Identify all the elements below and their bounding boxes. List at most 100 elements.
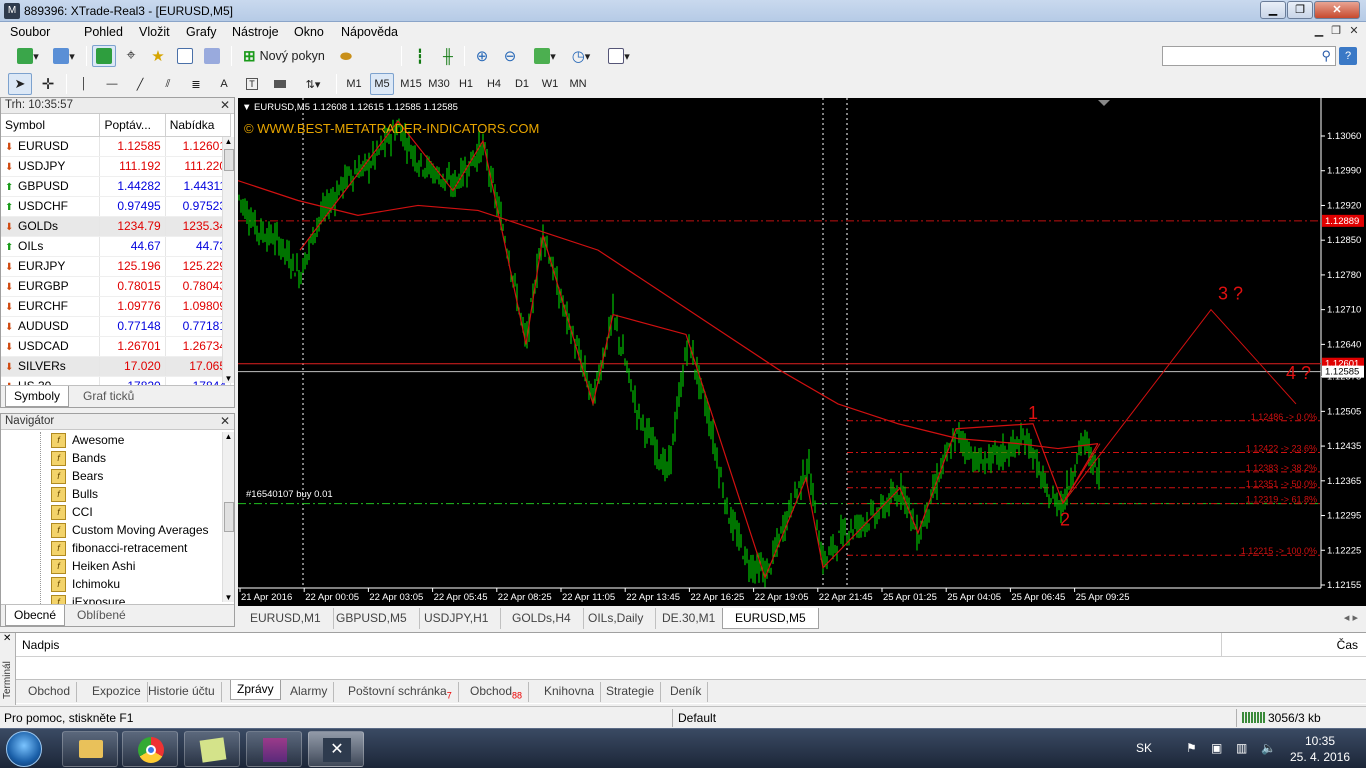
close-icon[interactable]: ✕ (220, 414, 230, 428)
timeframe-m15-button[interactable]: M15 (398, 73, 424, 95)
navigator-item[interactable]: f CCI (51, 503, 93, 521)
navigator-item[interactable]: f Bulls (51, 485, 98, 503)
chart-tab[interactable]: EURUSD,M1 (238, 608, 334, 629)
new-order-button[interactable]: ⊞ Nový pokyn (238, 45, 332, 67)
terminal-tab[interactable]: Alarmy (284, 682, 335, 702)
tab-tick-chart[interactable]: Graf ticků (75, 386, 142, 407)
navigator-item[interactable]: f Bands (51, 449, 106, 467)
data-window-button[interactable]: ⌖ (119, 45, 143, 67)
market-row[interactable]: ⬇ EURCHF 1.09776 1.09809 (1, 296, 232, 317)
tester-button[interactable] (200, 45, 224, 67)
terminal-tab[interactable]: Expozice (86, 682, 148, 702)
tab-favorites[interactable]: Oblíbené (69, 605, 134, 626)
timeframe-h1-button[interactable]: H1 (454, 73, 478, 95)
monitor-icon[interactable]: ▣ (1211, 741, 1222, 755)
navigator-item[interactable]: f Ichimoku (51, 575, 120, 593)
explorer-taskbar-icon[interactable] (62, 731, 118, 767)
new-chart-button[interactable]: ▾ (8, 45, 48, 67)
mdi-close-button[interactable]: ✕ (1346, 24, 1362, 39)
zoom-out-button[interactable]: ⊖ (498, 45, 522, 67)
column-header-ask[interactable]: Nabídka (165, 114, 232, 137)
market-watch-button[interactable] (92, 45, 116, 67)
terminal-tab[interactable]: Knihovna (538, 682, 602, 702)
market-row[interactable]: ⬇ AUDUSD 0.77148 0.77181 (1, 316, 232, 337)
navigator-item[interactable]: f Awesome (51, 431, 124, 449)
menu-soubor[interactable]: Soubor (10, 25, 50, 39)
chart-tab[interactable]: EURUSD,M5 (722, 608, 819, 629)
chart-collapse-icon[interactable]: ▼ (242, 102, 251, 113)
timeframe-m30-button[interactable]: M30 (426, 73, 452, 95)
minimize-button[interactable]: ▁ (1260, 1, 1286, 19)
horizontal-line-button[interactable]: — (100, 73, 124, 95)
chrome-taskbar-icon[interactable] (122, 731, 178, 767)
menu-pohled[interactable]: Pohled (84, 25, 123, 39)
tab-scroll-arrows-icon[interactable]: ◂ ▸ (1344, 611, 1358, 624)
timeframe-d1-button[interactable]: D1 (510, 73, 534, 95)
column-header-subject[interactable]: Nadpis (22, 638, 59, 652)
market-row[interactable]: ⬇ SILVERs 17.020 17.065 (1, 356, 232, 377)
winrar-taskbar-icon[interactable] (246, 731, 302, 767)
column-header-time[interactable]: Čas (1337, 638, 1358, 652)
market-row[interactable]: ⬇ EURUSD 1.12585 1.12601 (1, 136, 232, 157)
restore-button[interactable]: ❐ (1287, 1, 1313, 19)
market-row[interactable]: ⬆ OILs 44.67 44.73 (1, 236, 232, 257)
navigator-scrollbar[interactable]: ▲ ▼ (222, 432, 234, 602)
chart-tab[interactable]: USDJPY,H1 (412, 608, 502, 629)
bar-chart-button[interactable]: ┇ (408, 45, 432, 67)
start-button[interactable] (6, 731, 42, 767)
indicators-button[interactable]: ▾ (528, 45, 562, 67)
timeframe-w1-button[interactable]: W1 (538, 73, 562, 95)
metatrader-taskbar-icon[interactable]: ✕ (308, 731, 364, 767)
terminal-tab[interactable]: Strategie (600, 682, 662, 702)
tab-symbols[interactable]: Symboly (5, 386, 70, 407)
market-row[interactable]: ⬆ USDCHF 0.97495 0.97523 (1, 196, 232, 217)
search-input[interactable]: ⚲ (1162, 46, 1336, 66)
navigator-item[interactable]: f Custom Moving Averages (51, 521, 209, 539)
market-row[interactable]: ⬇ EURJPY 125.196 125.229 (1, 256, 232, 277)
cursor-button[interactable]: ➤ (8, 73, 32, 95)
profiles-button[interactable]: ▾ (48, 45, 80, 67)
channel-button[interactable]: ⫽ (156, 73, 180, 95)
flag-icon[interactable]: ⚑ (1186, 741, 1197, 755)
market-watch-scrollbar[interactable]: ▲ ▼ (222, 137, 234, 383)
terminal-tab[interactable]: Poštovní schránka7 (342, 682, 459, 702)
mdi-minimize-button[interactable]: ▁ (1311, 24, 1327, 39)
terminal-tab[interactable]: Deník (664, 682, 709, 702)
terminal-tab[interactable]: Obchod (22, 682, 78, 702)
text-label-button[interactable]: T (240, 73, 264, 95)
vertical-line-button[interactable]: │ (72, 73, 96, 95)
zoom-in-button[interactable]: ⊕ (470, 45, 494, 67)
navigator-item[interactable]: f Heiken Ashi (51, 557, 135, 575)
fibonacci-button[interactable]: ≣ (184, 73, 208, 95)
timeframe-m5-button[interactable]: M5 (370, 73, 394, 95)
terminal-tab[interactable]: Zprávy (230, 680, 281, 700)
navigator-item[interactable]: f Bears (51, 467, 103, 485)
menu-nastroje[interactable]: Nástroje (232, 25, 279, 39)
arrows-button[interactable]: ⇅ ▾ (296, 73, 330, 95)
menu-grafy[interactable]: Grafy (186, 25, 217, 39)
tab-general[interactable]: Obecné (5, 605, 66, 626)
menu-vlozit[interactable]: Vložit (139, 25, 170, 39)
text-button[interactable]: A (212, 73, 236, 95)
navigator-button[interactable]: ★ (146, 45, 170, 67)
shapes-button[interactable] (268, 73, 292, 95)
market-row[interactable]: ⬇ USDJPY 111.192 111.220 (1, 156, 232, 177)
language-indicator[interactable]: SK (1136, 741, 1152, 755)
menu-okno[interactable]: Okno (294, 25, 324, 39)
timeframe-h4-button[interactable]: H4 (482, 73, 506, 95)
notes-taskbar-icon[interactable] (184, 731, 240, 767)
column-header-symbol[interactable]: Symbol (1, 114, 101, 137)
timeframe-mn-button[interactable]: MN (566, 73, 590, 95)
trendline-button[interactable]: ╱ (128, 73, 152, 95)
market-row[interactable]: ⬇ EURGBP 0.78015 0.78043 (1, 276, 232, 297)
market-row[interactable]: ⬇ USDCAD 1.26701 1.26734 (1, 336, 232, 357)
menu-napoveda[interactable]: Nápověda (341, 25, 398, 39)
market-row[interactable]: ⬇ GOLDs 1234.79 1235.34 (1, 216, 232, 237)
terminal-button[interactable] (173, 45, 197, 67)
templates-button[interactable]: ▾ (602, 45, 636, 67)
periods-button[interactable]: ◷ ▾ (564, 45, 598, 67)
terminal-tab[interactable]: Obchod88 (464, 682, 530, 702)
close-icon[interactable]: ✕ (3, 633, 11, 644)
close-icon[interactable]: ✕ (220, 98, 230, 112)
candle-chart-button[interactable]: ╫ (436, 45, 460, 67)
